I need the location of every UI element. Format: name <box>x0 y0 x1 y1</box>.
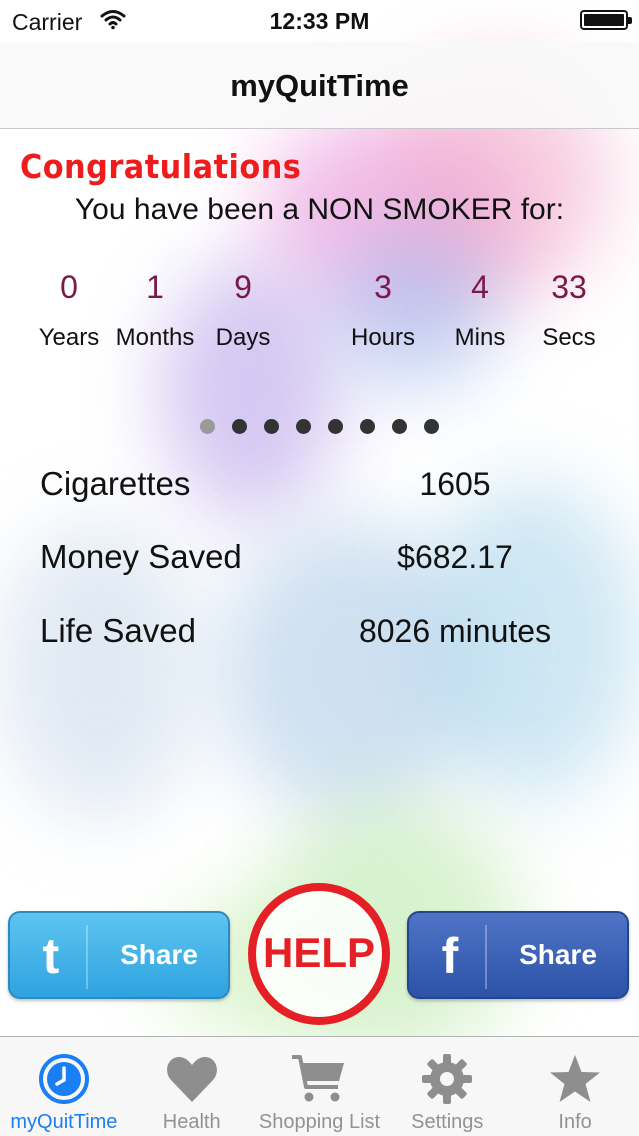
star-icon <box>550 1055 601 1102</box>
page-dot[interactable] <box>328 419 343 434</box>
gear-icon <box>422 1054 473 1104</box>
facebook-share-button[interactable]: f Share <box>407 911 629 999</box>
counter-secs: 33 Secs <box>519 269 619 352</box>
page-dot[interactable] <box>232 419 247 434</box>
non-smoker-headline: You have been a NON SMOKER for: <box>74 193 565 226</box>
counter-unit: Days <box>215 324 271 351</box>
page-dot[interactable] <box>296 419 311 434</box>
stat-label-cigarettes: Cigarettes <box>40 465 191 502</box>
stat-label-money-saved: Money Saved <box>40 538 242 575</box>
stat-value-money-saved: $682.17 <box>397 539 513 575</box>
counter-value: 1 <box>146 269 164 305</box>
counter-value: 0 <box>60 269 78 305</box>
tab-bar: myQuitTime Health Shopping List Settings… <box>0 1036 639 1136</box>
twitter-share-button[interactable]: t Share <box>8 911 230 999</box>
twitter-share-label: Share <box>120 939 198 970</box>
page-title: myQuitTime <box>230 68 409 103</box>
tab-health[interactable]: Health <box>128 1037 256 1136</box>
stat-value-cigarettes: 1605 <box>419 466 491 502</box>
counter-months: 1 Months <box>105 269 205 352</box>
page-dot[interactable] <box>360 419 375 434</box>
counter-unit: Mins <box>454 324 506 351</box>
navigation-bar: myQuitTime <box>0 42 639 129</box>
tab-label: Settings <box>411 1111 484 1133</box>
tab-myquittime[interactable]: myQuitTime <box>0 1037 128 1136</box>
status-bar: Carrier 12:33 PM <box>0 0 639 42</box>
counter-value: 33 <box>551 269 587 305</box>
main-content: Congratulations You have been a NON SMOK… <box>0 129 639 1036</box>
counter-value: 3 <box>374 269 392 305</box>
tab-label: Health <box>162 1111 221 1133</box>
clock-icon <box>38 1054 89 1104</box>
tab-label: Shopping List <box>258 1111 381 1133</box>
counter-unit: Months <box>115 324 195 351</box>
tab-info[interactable]: Info <box>511 1037 639 1136</box>
facebook-icon: f <box>441 928 459 984</box>
counter-days: 9 Days <box>193 269 293 352</box>
cart-icon <box>292 1055 345 1102</box>
stat-value-life-saved: 8026 minutes <box>358 613 552 649</box>
counter-years: 0 Years <box>19 269 119 352</box>
counter-hours: 3 Hours <box>333 269 433 352</box>
counter-mins: 4 Mins <box>430 269 530 352</box>
page-dot[interactable] <box>264 419 279 434</box>
battery-icon <box>580 10 632 30</box>
facebook-share-label: Share <box>519 939 597 970</box>
counter-unit: Hours <box>350 324 416 351</box>
counter-value: 9 <box>234 269 252 305</box>
status-time: 12:33 PM <box>269 8 370 34</box>
help-button[interactable]: HELP <box>248 883 390 1025</box>
page-indicator[interactable] <box>200 419 439 434</box>
counter-unit: Years <box>38 324 100 351</box>
page-dot[interactable] <box>200 419 215 434</box>
twitter-icon: t <box>42 928 60 984</box>
tab-shopping-list[interactable]: Shopping List <box>256 1037 384 1136</box>
tab-label: Info <box>558 1111 592 1133</box>
heart-icon <box>166 1057 217 1102</box>
tab-settings[interactable]: Settings <box>383 1037 511 1136</box>
page-dot[interactable] <box>424 419 439 434</box>
counter-unit: Secs <box>542 324 596 351</box>
page-dot[interactable] <box>392 419 407 434</box>
stat-label-life-saved: Life Saved <box>40 612 196 649</box>
tab-label: myQuitTime <box>10 1111 118 1133</box>
counter-value: 4 <box>471 269 489 305</box>
congratulations-heading: Congratulations <box>20 147 302 186</box>
help-label: HELP <box>262 929 375 976</box>
